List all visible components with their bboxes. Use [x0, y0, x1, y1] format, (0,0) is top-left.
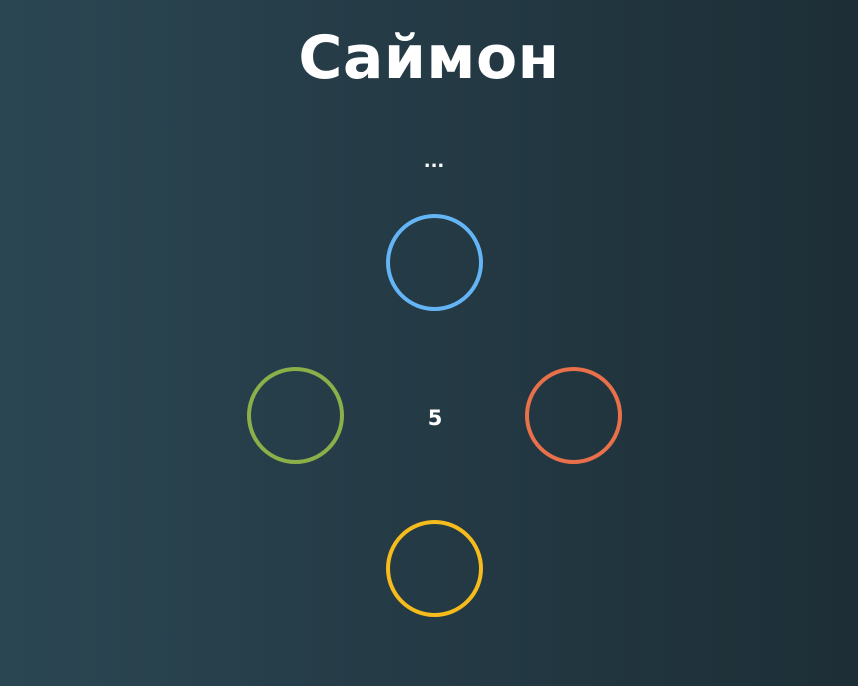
round-counter: 5: [427, 406, 443, 430]
pad-blue[interactable]: [386, 214, 483, 311]
game-status-text: ...: [423, 151, 445, 172]
pad-green[interactable]: [247, 367, 344, 464]
pad-yellow[interactable]: [386, 520, 483, 617]
pad-orange[interactable]: [525, 367, 622, 464]
game-title: Саймон: [298, 23, 560, 93]
